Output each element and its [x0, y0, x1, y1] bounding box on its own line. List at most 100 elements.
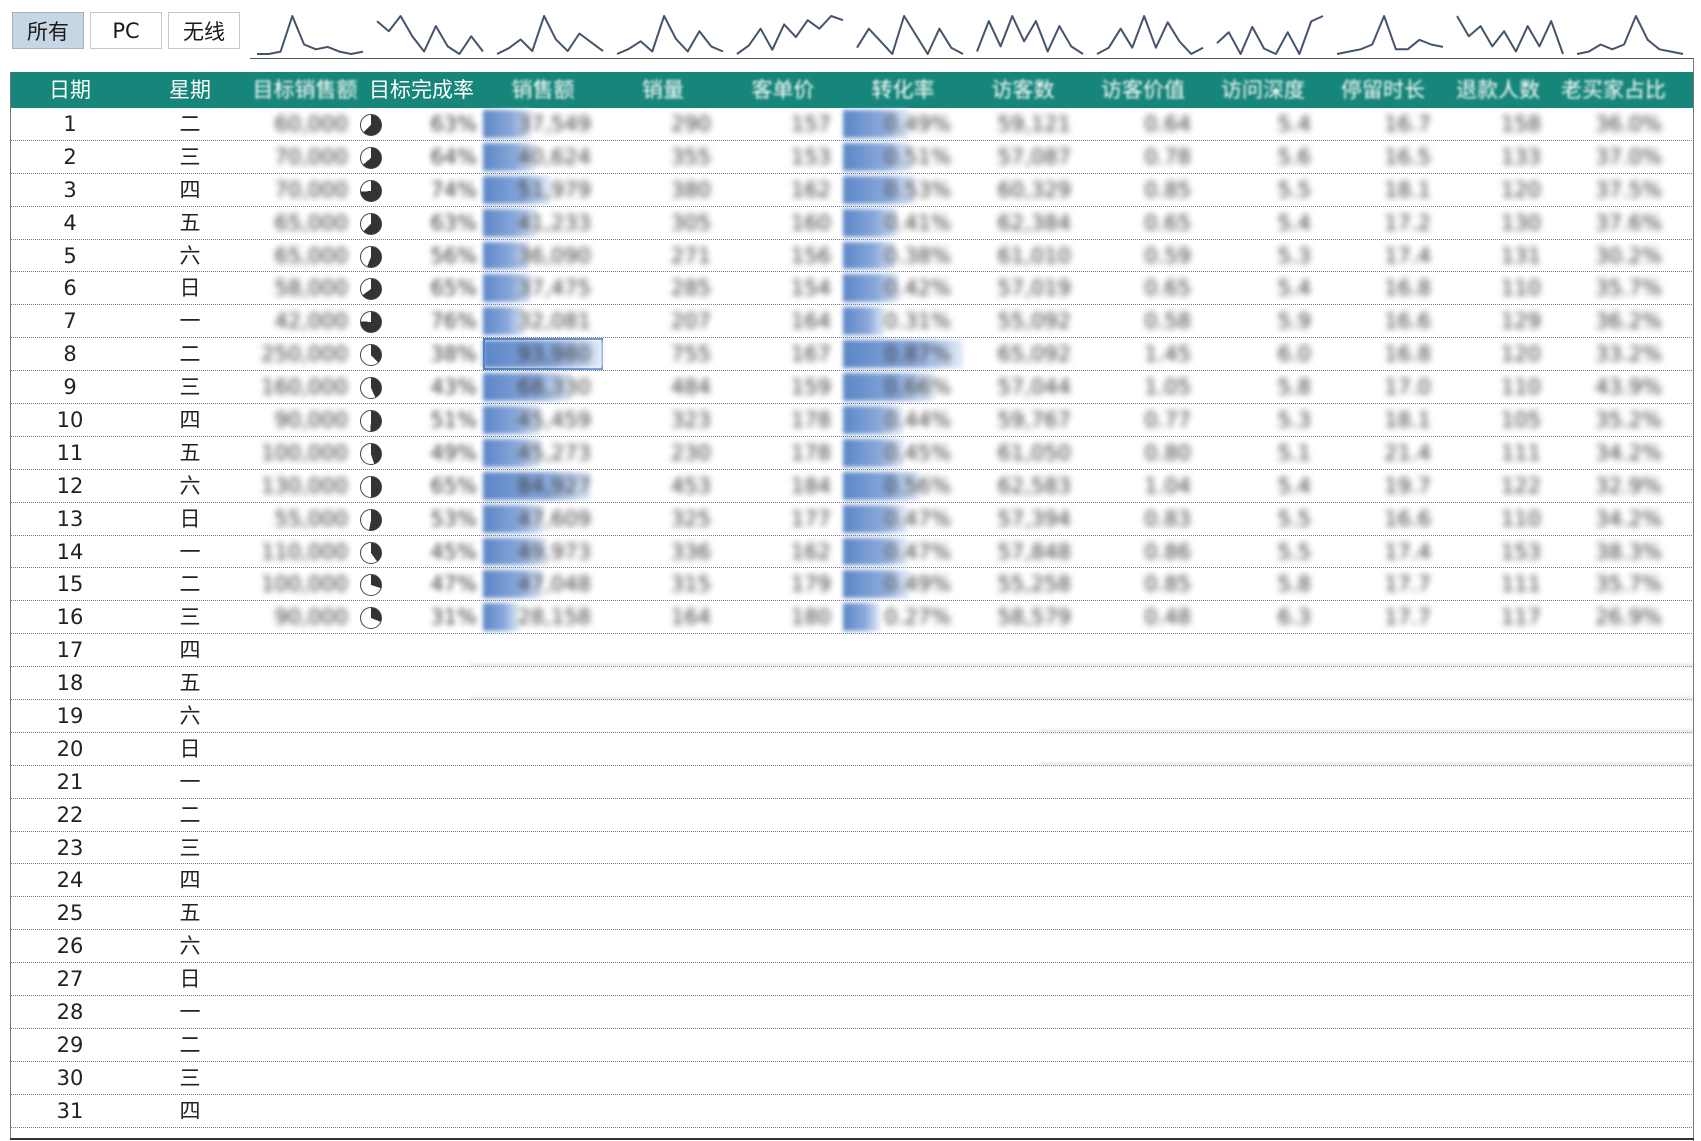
unit-price-cell[interactable]: 167 [723, 338, 843, 370]
quantity-cell[interactable]: 230 [603, 437, 723, 469]
visit-depth-cell[interactable]: 5.3 [1203, 404, 1323, 436]
visitors-cell[interactable]: 61,010 [963, 240, 1083, 272]
visitor-value-cell[interactable]: 0.65 [1083, 272, 1203, 304]
stay-time-cell[interactable]: 18.1 [1323, 174, 1443, 206]
quantity-cell[interactable]: 164 [603, 601, 723, 633]
weekday-cell[interactable]: 日 [130, 963, 250, 995]
column-header-quantity[interactable]: 销量 [603, 72, 723, 108]
date-cell[interactable]: 16 [10, 601, 130, 633]
column-header-weekday[interactable]: 星期 [130, 72, 250, 108]
column-header-stay-time[interactable]: 停留时长 [1323, 72, 1443, 108]
target-completion-cell[interactable]: 31% [360, 601, 483, 633]
column-header-target-sales[interactable]: 目标销售额 [250, 72, 360, 108]
refunds-cell[interactable]: 130 [1443, 207, 1553, 239]
visitor-value-cell[interactable]: 1.45 [1083, 338, 1203, 370]
visitor-value-cell[interactable]: 0.58 [1083, 305, 1203, 337]
weekday-cell[interactable]: 三 [130, 141, 250, 173]
tab-pc[interactable]: PC [90, 12, 162, 49]
conversion-cell[interactable]: 0.45% [843, 437, 963, 469]
returning-buyers-cell[interactable]: 37.6% [1553, 207, 1674, 239]
sales-cell[interactable]: 37,475 [483, 272, 603, 304]
visit-depth-cell[interactable]: 5.4 [1203, 207, 1323, 239]
target-sales-cell[interactable]: 250,000 [250, 338, 360, 370]
visit-depth-cell[interactable]: 5.8 [1203, 568, 1323, 600]
quantity-cell[interactable]: 336 [603, 536, 723, 568]
visit-depth-cell[interactable]: 5.5 [1203, 503, 1323, 535]
visitors-cell[interactable]: 59,121 [963, 108, 1083, 140]
date-cell[interactable]: 21 [10, 766, 130, 798]
target-sales-cell[interactable]: 70,000 [250, 141, 360, 173]
date-cell[interactable]: 23 [10, 832, 130, 864]
target-sales-cell[interactable]: 55,000 [250, 503, 360, 535]
conversion-cell[interactable]: 0.42% [843, 272, 963, 304]
visit-depth-cell[interactable]: 5.4 [1203, 470, 1323, 502]
visitor-value-cell[interactable]: 0.83 [1083, 503, 1203, 535]
weekday-cell[interactable]: 日 [130, 272, 250, 304]
date-cell[interactable]: 26 [10, 930, 130, 962]
sales-cell[interactable]: 40,624 [483, 141, 603, 173]
unit-price-cell[interactable]: 153 [723, 141, 843, 173]
refunds-cell[interactable]: 122 [1443, 470, 1553, 502]
sales-cell[interactable]: 47,048 [483, 568, 603, 600]
weekday-cell[interactable]: 三 [130, 832, 250, 864]
weekday-cell[interactable]: 一 [130, 766, 250, 798]
stay-time-cell[interactable]: 16.5 [1323, 141, 1443, 173]
quantity-cell[interactable]: 484 [603, 371, 723, 403]
stay-time-cell[interactable]: 17.7 [1323, 568, 1443, 600]
stay-time-cell[interactable]: 16.6 [1323, 305, 1443, 337]
target-completion-cell[interactable]: 65% [360, 470, 483, 502]
date-cell[interactable]: 5 [10, 240, 130, 272]
unit-price-cell[interactable]: 164 [723, 305, 843, 337]
weekday-cell[interactable]: 五 [130, 897, 250, 929]
date-cell[interactable]: 18 [10, 667, 130, 699]
visitor-value-cell[interactable]: 1.04 [1083, 470, 1203, 502]
sales-cell[interactable]: 47,609 [483, 503, 603, 535]
returning-buyers-cell[interactable]: 30.2% [1553, 240, 1674, 272]
unit-price-cell[interactable]: 162 [723, 174, 843, 206]
date-cell[interactable]: 11 [10, 437, 130, 469]
weekday-cell[interactable]: 二 [130, 799, 250, 831]
target-completion-cell[interactable]: 76% [360, 305, 483, 337]
returning-buyers-cell[interactable]: 33.2% [1553, 338, 1674, 370]
refunds-cell[interactable]: 110 [1443, 503, 1553, 535]
refunds-cell[interactable]: 105 [1443, 404, 1553, 436]
column-header-visitors[interactable]: 访客数 [963, 72, 1083, 108]
quantity-cell[interactable]: 290 [603, 108, 723, 140]
date-cell[interactable]: 22 [10, 799, 130, 831]
stay-time-cell[interactable]: 19.7 [1323, 470, 1443, 502]
conversion-cell[interactable]: 0.41% [843, 207, 963, 239]
weekday-cell[interactable]: 四 [130, 404, 250, 436]
stay-time-cell[interactable]: 17.2 [1323, 207, 1443, 239]
visitors-cell[interactable]: 57,019 [963, 272, 1083, 304]
target-sales-cell[interactable]: 42,000 [250, 305, 360, 337]
returning-buyers-cell[interactable]: 37.5% [1553, 174, 1674, 206]
stay-time-cell[interactable]: 17.7 [1323, 601, 1443, 633]
refunds-cell[interactable]: 110 [1443, 272, 1553, 304]
stay-time-cell[interactable]: 17.0 [1323, 371, 1443, 403]
weekday-cell[interactable]: 一 [130, 536, 250, 568]
conversion-cell[interactable]: 0.31% [843, 305, 963, 337]
target-completion-cell[interactable]: 56% [360, 240, 483, 272]
refunds-cell[interactable]: 117 [1443, 601, 1553, 633]
returning-buyers-cell[interactable]: 32.9% [1553, 470, 1674, 502]
conversion-cell[interactable]: 0.47% [843, 503, 963, 535]
unit-price-cell[interactable]: 159 [723, 371, 843, 403]
weekday-cell[interactable]: 六 [130, 930, 250, 962]
column-header-unit-price[interactable]: 客单价 [723, 72, 843, 108]
weekday-cell[interactable]: 六 [130, 700, 250, 732]
sales-cell[interactable]: 68,330 [483, 371, 603, 403]
refunds-cell[interactable]: 110 [1443, 371, 1553, 403]
visit-depth-cell[interactable]: 5.4 [1203, 272, 1323, 304]
returning-buyers-cell[interactable]: 37.0% [1553, 141, 1674, 173]
weekday-cell[interactable]: 二 [130, 568, 250, 600]
visit-depth-cell[interactable]: 5.1 [1203, 437, 1323, 469]
visitors-cell[interactable]: 57,087 [963, 141, 1083, 173]
target-completion-cell[interactable]: 64% [360, 141, 483, 173]
date-cell[interactable]: 30 [10, 1062, 130, 1094]
weekday-cell[interactable]: 二 [130, 338, 250, 370]
visitor-value-cell[interactable]: 0.64 [1083, 108, 1203, 140]
target-sales-cell[interactable]: 100,000 [250, 568, 360, 600]
date-cell[interactable]: 12 [10, 470, 130, 502]
date-cell[interactable]: 1 [10, 108, 130, 140]
unit-price-cell[interactable]: 156 [723, 240, 843, 272]
